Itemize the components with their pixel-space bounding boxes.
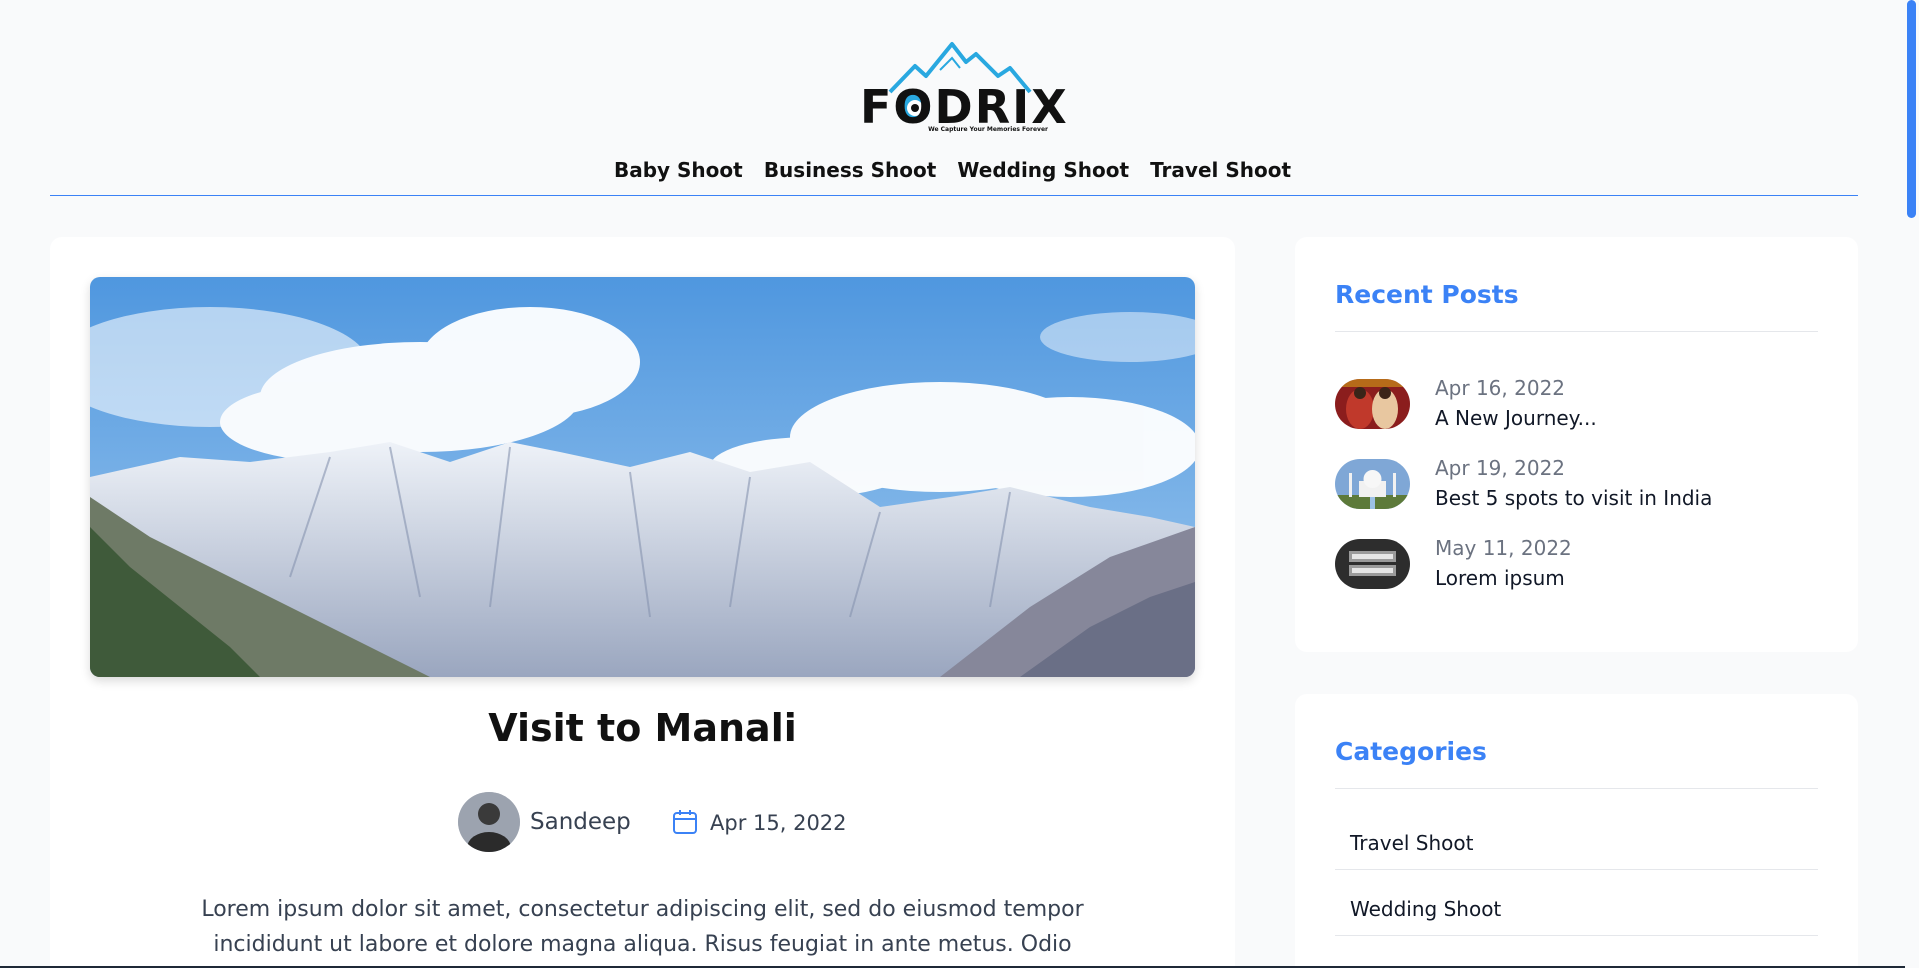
header-divider — [50, 195, 1858, 196]
recent-posts-widget: Recent Posts Apr 16, 2022 A New Journey.… — [1295, 237, 1858, 652]
mountain-landscape-image — [90, 277, 1195, 677]
nav-item-travel-shoot[interactable]: Travel Shoot — [1150, 158, 1291, 182]
recent-post-date: Apr 19, 2022 — [1435, 456, 1566, 480]
categories-divider — [1335, 788, 1818, 789]
categories-widget: Categories Travel Shoot Wedding Shoot — [1295, 694, 1858, 968]
recent-posts-divider — [1335, 331, 1818, 332]
calendar-icon — [672, 809, 698, 835]
scrollbar-thumb[interactable] — [1907, 0, 1916, 218]
nav-item-wedding-shoot[interactable]: Wedding Shoot — [957, 158, 1129, 182]
recent-post-title[interactable]: Best 5 spots to visit in India — [1435, 485, 1712, 511]
category-label[interactable]: Wedding Shoot — [1350, 896, 1501, 922]
post-date: Apr 15, 2022 — [710, 811, 847, 835]
category-label[interactable]: Travel Shoot — [1350, 830, 1474, 856]
page-scrollbar[interactable] — [1905, 0, 1919, 968]
recent-post-title[interactable]: Lorem ipsum — [1435, 565, 1565, 591]
category-item-wedding-shoot[interactable]: Wedding Shoot — [1335, 870, 1818, 936]
recent-post-date: Apr 16, 2022 — [1435, 376, 1566, 400]
logo-tagline: We Capture Your Memories Forever — [928, 126, 1048, 133]
recent-post-item[interactable]: Apr 16, 2022 A New Journey... — [1335, 375, 1818, 431]
author-avatar[interactable] — [458, 792, 520, 852]
post-title: Visit to Manali — [488, 706, 797, 750]
recent-posts-title: Recent Posts — [1335, 280, 1519, 309]
recent-post-title[interactable]: A New Journey... — [1435, 405, 1597, 431]
nav-item-business-shoot[interactable]: Business Shoot — [764, 158, 937, 182]
main-nav: Baby Shoot Business Shoot Wedding Shoot … — [0, 158, 1905, 182]
wedding-thumb[interactable] — [1335, 379, 1410, 429]
recent-post-item[interactable]: May 11, 2022 Lorem ipsum — [1335, 535, 1818, 591]
category-item-travel-shoot[interactable]: Travel Shoot — [1335, 804, 1818, 870]
site-header: FODRIX We Capture Your Memories Forever … — [0, 0, 1905, 200]
post-meta: Sandeep Apr 15, 2022 — [50, 792, 1235, 852]
nav-item-baby-shoot[interactable]: Baby Shoot — [614, 158, 743, 182]
post-hero-image[interactable] — [90, 277, 1195, 677]
logo-wordmark: FODRIX — [860, 80, 1069, 134]
categories-title: Categories — [1335, 737, 1487, 766]
lorem-ipsum-thumb[interactable] — [1335, 539, 1410, 589]
site-logo[interactable]: FODRIX We Capture Your Memories Forever — [860, 40, 1069, 134]
person-avatar-icon — [458, 792, 520, 852]
taj-mahal-thumb[interactable] — [1335, 459, 1410, 509]
post-excerpt: Lorem ipsum dolor sit amet, consectetur … — [201, 897, 1084, 957]
recent-post-item[interactable]: Apr 19, 2022 Best 5 spots to visit in In… — [1335, 455, 1818, 511]
recent-post-date: May 11, 2022 — [1435, 536, 1572, 560]
author-name[interactable]: Sandeep — [530, 808, 631, 836]
post-card: Visit to Manali Sandeep Apr 15, 2022 Lor… — [50, 237, 1235, 968]
